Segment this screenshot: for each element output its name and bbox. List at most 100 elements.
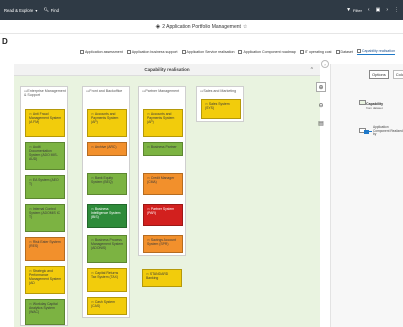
find-button[interactable]: 🔍︎ Find xyxy=(43,7,58,13)
app-label: Savings Account System (SPR) xyxy=(147,238,176,246)
app-card[interactable]: ▭Cash System (CAS) xyxy=(87,297,127,315)
app-card[interactable]: ▭Sales System (SYS) xyxy=(201,99,241,119)
capability-group[interactable]: ▭Front and Backoffice ▭Accounts and Paym… xyxy=(82,86,130,318)
zoom-out-icon[interactable]: ⊖ xyxy=(316,100,326,110)
tab-colour[interactable]: Colour xyxy=(392,70,403,79)
capability-group[interactable]: ▭Sales and Marketing ▭Sales System (SYS) xyxy=(196,86,244,122)
tab-service-realisation[interactable]: Application Service realisation xyxy=(181,49,235,55)
matrix-icon xyxy=(181,49,186,54)
diagram-title: 2 Application Portfolio Management xyxy=(162,23,241,30)
app-label: Archive (ARC) xyxy=(94,145,117,149)
star-icon[interactable]: ☆ xyxy=(243,24,247,30)
chevron-down-icon: ▾ xyxy=(35,7,38,13)
app-label: Business Intelligence System (BIS) xyxy=(91,207,121,219)
app-card[interactable]: ▭Accounts and Payments System (AP) xyxy=(87,109,127,137)
diagram-canvas: Capability realisation ⌃ ▭Enterprise Man… xyxy=(14,64,320,327)
app-card[interactable]: ▭Audit Documentation System (ADO MIS-AUD… xyxy=(25,142,65,170)
tab-options[interactable]: Options xyxy=(369,70,389,79)
group-title: ▭Front and Backoffice xyxy=(86,89,128,93)
app-card[interactable]: ▭Partner System (PAR) xyxy=(143,204,183,226)
app-label: Anti Fraud Management System (A FM) xyxy=(29,112,62,124)
canvas-toolbar: ⊕ ⊖ ▤ xyxy=(314,78,328,154)
component-icon: ▭ xyxy=(147,145,150,149)
roadmap-icon xyxy=(238,49,243,54)
app-label: Sales System (SYS) xyxy=(205,102,230,110)
topbar-right: ▼ Filter ‹ ▣ › ⋮ xyxy=(346,7,403,13)
tab-label: Application Component roadmap xyxy=(243,49,296,54)
forward-icon[interactable]: › xyxy=(386,7,388,13)
canvas-header-label: Capability realisation xyxy=(144,67,190,72)
legend-capability-sub: from dataset xyxy=(366,106,383,110)
app-card[interactable]: ▭EA System (AEO T) xyxy=(25,175,65,199)
collapse-panel-button[interactable]: › xyxy=(321,60,329,68)
app-label: Strategic and Performance Management Sys… xyxy=(29,269,62,285)
app-label: STANDARD Banking xyxy=(146,272,169,280)
find-label: Find xyxy=(50,7,59,13)
read-explore-menu[interactable]: Read & Explore ▾ xyxy=(4,8,37,13)
app-card[interactable]: ▭Archive (ARC) xyxy=(87,142,127,156)
app-label: EA System (AEO T) xyxy=(29,178,59,186)
app-topbar: Read & Explore ▾ 🔍︎ Find ▼ Filter ‹ ▣ › … xyxy=(0,0,403,20)
tab-label: IT operating cost xyxy=(304,49,332,54)
app-card[interactable]: ▭Business Intelligence System (BIS) xyxy=(87,204,127,228)
tab-label: Application business support xyxy=(131,49,178,54)
tab-label: Application Service realisation xyxy=(186,49,235,54)
save-icon[interactable]: ▣ xyxy=(376,7,381,13)
app-label: Workday Capital Analytics System (WAC) xyxy=(29,302,58,314)
capability-group[interactable]: ▭Partner Management ▭Accounts and Paymen… xyxy=(138,86,186,256)
back-icon[interactable]: ‹ xyxy=(368,7,370,13)
matrix-icon xyxy=(126,49,131,54)
app-label: Partner System (PAR) xyxy=(147,207,175,215)
app-card[interactable]: ▭Credit Manager (CMA) xyxy=(143,173,183,195)
canvas-header: Capability realisation ⌃ xyxy=(14,64,320,76)
view-tabs: Application assessment Application busin… xyxy=(80,47,403,56)
tab-component-roadmap[interactable]: Application Component roadmap xyxy=(238,49,296,55)
legend-relation-line xyxy=(366,131,372,132)
group-title-text: Partner Management xyxy=(145,89,180,93)
app-card[interactable]: ▭Bank Equity System (BEQ) xyxy=(87,173,127,195)
capability-group[interactable]: ▭Enterprise Management & Support ▭Anti F… xyxy=(20,86,68,326)
chart-icon xyxy=(80,49,84,54)
tab-label: Dataset xyxy=(340,49,353,54)
app-label: Cash System (CAS) xyxy=(91,300,116,308)
app-card[interactable]: ▭Business Process Management System (ADO… xyxy=(87,235,127,263)
app-card[interactable]: ▭Anti Fraud Management System (A FM) xyxy=(25,109,65,137)
app-label: Accounts and Payments System (AP) xyxy=(91,112,119,124)
tab-label: Application assessment xyxy=(85,49,123,54)
app-card[interactable]: ▭STANDARD Banking xyxy=(142,269,182,287)
app-card[interactable]: ▭Internal Control System (ADOMIS IC T) xyxy=(25,204,65,232)
page-icon[interactable]: ▤ xyxy=(316,118,326,128)
zoom-in-icon[interactable]: ⊕ xyxy=(316,82,326,92)
app-card[interactable]: ▭Business Partner xyxy=(143,142,183,156)
diagram-titlebar: ◈ 2 Application Portfolio Management ☆ xyxy=(0,20,403,34)
app-label: Risk Eater System (RES) xyxy=(29,240,61,248)
app-card[interactable]: ▭Risk Eater System (RES) xyxy=(25,237,65,261)
table-icon xyxy=(335,49,340,54)
tab-application-assessment[interactable]: Application assessment xyxy=(80,49,123,55)
filter-icon: ▼ xyxy=(346,7,352,13)
app-label: Credit Manager (CMA) xyxy=(147,176,175,184)
filter-button[interactable]: ▼ Filter xyxy=(346,7,362,13)
filter-label: Filter xyxy=(353,7,362,13)
app-label: Internal Control System (ADOMIS IC T) xyxy=(29,207,61,219)
tab-business-support[interactable]: Application business support xyxy=(126,49,178,55)
component-icon: ▭ xyxy=(91,145,94,149)
app-label: Capital Returns Tax System (TAX) xyxy=(91,271,119,279)
app-card[interactable]: ▭Capital Returns Tax System (TAX) xyxy=(87,268,127,292)
group-title-text: Sales and Marketing xyxy=(203,89,237,93)
app-label: Business Process Management System (ADON… xyxy=(91,238,124,250)
tab-dataset[interactable]: Dataset xyxy=(335,49,353,55)
app-label: Bank Equity System (BEQ) xyxy=(91,176,113,184)
group-title: ▭Partner Management xyxy=(142,89,184,93)
tab-label: Capability realisation xyxy=(361,49,396,53)
tab-it-operating-cost[interactable]: IT operating cost xyxy=(299,49,332,55)
app-card[interactable]: ▭Accounts and Payments System (AP) xyxy=(143,109,183,137)
group-title: ▭Enterprise Management & Support xyxy=(24,89,66,97)
more-icon[interactable]: ⋮ xyxy=(394,7,399,13)
app-label: Accounts and Payments System (AP) xyxy=(147,112,175,124)
tab-capability-realisation[interactable]: Capability realisation xyxy=(356,48,396,55)
app-card[interactable]: ▭Workday Capital Analytics System (WAC) xyxy=(25,299,65,325)
app-card[interactable]: ▭Savings Account System (SPR) xyxy=(143,235,183,253)
collapse-header-icon[interactable]: ⌃ xyxy=(310,67,314,73)
app-card[interactable]: ▭Strategic and Performance Management Sy… xyxy=(25,266,65,294)
